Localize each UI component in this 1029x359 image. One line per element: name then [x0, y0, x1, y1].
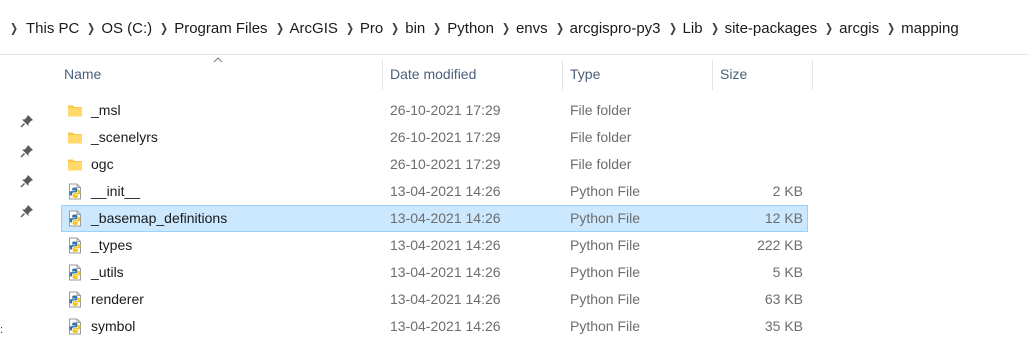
file-size: 222 KB	[757, 237, 803, 253]
breadcrumb-chevron-icon[interactable]: ❯	[708, 21, 721, 35]
column-header-size[interactable]: Size	[720, 56, 747, 92]
file-row[interactable]: symbol 13-04-2021 14:26 Python File 35 KB	[61, 313, 808, 340]
breadcrumb-chevron-icon[interactable]: ❯	[343, 21, 356, 35]
python-file-icon	[67, 237, 83, 254]
file-date-modified: 26-10-2021 17:29	[390, 102, 501, 118]
breadcrumb-segment[interactable]: envs	[514, 20, 552, 37]
file-type: Python File	[570, 237, 641, 253]
python-file-icon	[67, 210, 83, 227]
breadcrumb-chevron-icon[interactable]: ❯	[666, 21, 679, 35]
column-header-name[interactable]: Name	[64, 56, 101, 92]
file-name: _msl	[91, 102, 121, 118]
column-headers: Name Date modified Type Size	[40, 56, 1029, 92]
file-date-modified: 13-04-2021 14:26	[390, 237, 501, 253]
folder-icon	[67, 102, 83, 119]
python-file-icon	[67, 291, 83, 308]
file-size: 12 KB	[764, 210, 803, 226]
file-date-modified: 13-04-2021 14:26	[390, 264, 501, 280]
breadcrumb-segment[interactable]: arcgis	[837, 20, 883, 37]
file-row[interactable]: _types 13-04-2021 14:26 Python File 222 KB	[61, 232, 808, 259]
folder-icon	[67, 156, 83, 173]
breadcrumb-segment[interactable]: ArcGIS	[288, 20, 342, 37]
python-file-icon	[67, 318, 83, 335]
file-type: Python File	[570, 318, 641, 334]
breadcrumb-segment[interactable]: OS (C:)	[99, 20, 156, 37]
folder-icon	[67, 129, 83, 146]
file-row[interactable]: _utils 13-04-2021 14:26 Python File 5 KB	[61, 259, 808, 286]
file-name: _basemap_definitions	[91, 210, 228, 226]
breadcrumb-segment[interactable]: mapping	[899, 20, 963, 37]
file-row[interactable]: __init__ 13-04-2021 14:26 Python File 2 KB	[61, 178, 808, 205]
file-date-modified: 13-04-2021 14:26	[390, 183, 501, 199]
file-type: File folder	[570, 156, 632, 172]
file-name: __init__	[91, 183, 141, 199]
file-date-modified: 26-10-2021 17:29	[390, 156, 501, 172]
column-divider[interactable]	[382, 60, 383, 90]
breadcrumb-segment[interactable]: bin	[403, 20, 429, 37]
column-divider[interactable]	[712, 60, 713, 90]
file-row[interactable]: renderer 13-04-2021 14:26 Python File 63 KB	[61, 286, 808, 313]
file-name: _types	[91, 237, 133, 253]
breadcrumb-chevron-icon[interactable]: ❯	[389, 21, 402, 35]
breadcrumb-segment[interactable]: Pro	[358, 20, 387, 37]
file-type: Python File	[570, 291, 641, 307]
breadcrumb: ❯ This PC ❯ OS (C:) ❯ Program Files ❯ ArcGIS ❯ Pr…	[8, 17, 963, 39]
sort-ascending-icon	[213, 57, 223, 63]
breadcrumb-chevron-icon[interactable]: ❯	[85, 21, 98, 35]
file-date-modified: 26-10-2021 17:29	[390, 129, 501, 145]
file-type: File folder	[570, 102, 632, 118]
pin-icon[interactable]	[19, 143, 35, 159]
breadcrumb-segment[interactable]: arcgispro-py3	[568, 20, 665, 37]
breadcrumb-segment[interactable]: This PC	[24, 20, 83, 37]
file-size: 63 KB	[764, 291, 803, 307]
breadcrumb-chevron-icon[interactable]: ❯	[885, 21, 898, 35]
breadcrumb-segment[interactable]: site-packages	[723, 20, 822, 37]
breadcrumb-chevron-icon[interactable]: ❯	[553, 21, 566, 35]
file-date-modified: 13-04-2021 14:26	[390, 291, 501, 307]
file-size: 5 KB	[772, 264, 803, 280]
file-row[interactable]: _msl 26-10-2021 17:29 File folder	[61, 97, 808, 124]
file-name: renderer	[91, 291, 144, 307]
file-type: Python File	[570, 183, 641, 199]
file-type: File folder	[570, 129, 632, 145]
column-header-type[interactable]: Type	[570, 56, 600, 92]
file-size: 35 KB	[764, 318, 803, 334]
breadcrumb-chevron-icon[interactable]: ❯	[158, 21, 171, 35]
file-type: Python File	[570, 264, 641, 280]
breadcrumb-chevron-icon[interactable]: ❯	[500, 21, 513, 35]
breadcrumb-chevron-icon[interactable]: ❯	[273, 21, 286, 35]
breadcrumb-segment[interactable]: Python	[445, 20, 498, 37]
file-name: ogc	[91, 156, 114, 172]
python-file-icon	[67, 264, 83, 281]
breadcrumb-segment[interactable]: Lib	[681, 20, 707, 37]
file-size: 2 KB	[772, 183, 803, 199]
column-divider[interactable]	[812, 60, 813, 90]
navigation-pane	[0, 56, 40, 359]
file-date-modified: 13-04-2021 14:26	[390, 210, 501, 226]
file-row[interactable]: ogc 26-10-2021 17:29 File folder	[61, 151, 808, 178]
nav-pane-edge-icon: :	[0, 324, 4, 336]
file-row[interactable]: _scenelyrs 26-10-2021 17:29 File folder	[61, 124, 808, 151]
pin-icon[interactable]	[19, 203, 35, 219]
column-divider[interactable]	[562, 60, 563, 90]
address-bar[interactable]: ❯ This PC ❯ OS (C:) ❯ Program Files ❯ ArcGIS ❯ Pr…	[0, 0, 1029, 55]
breadcrumb-segment[interactable]: Program Files	[172, 20, 271, 37]
file-name: symbol	[91, 318, 136, 334]
breadcrumb-chevron-icon[interactable]: ❯	[431, 21, 444, 35]
python-file-icon	[67, 183, 83, 200]
file-name: _utils	[91, 264, 124, 280]
pin-icon[interactable]	[19, 173, 35, 189]
breadcrumb-chevron-icon[interactable]: ❯	[9, 21, 19, 35]
file-type: Python File	[570, 210, 641, 226]
file-date-modified: 13-04-2021 14:26	[390, 318, 501, 334]
file-row[interactable]: _basemap_definitions 13-04-2021 14:26 Pyth…	[61, 205, 808, 232]
column-header-date-modified[interactable]: Date modified	[390, 56, 476, 92]
breadcrumb-chevron-icon[interactable]: ❯	[823, 21, 836, 35]
pin-icon[interactable]	[19, 113, 35, 129]
file-name: _scenelyrs	[91, 129, 158, 145]
